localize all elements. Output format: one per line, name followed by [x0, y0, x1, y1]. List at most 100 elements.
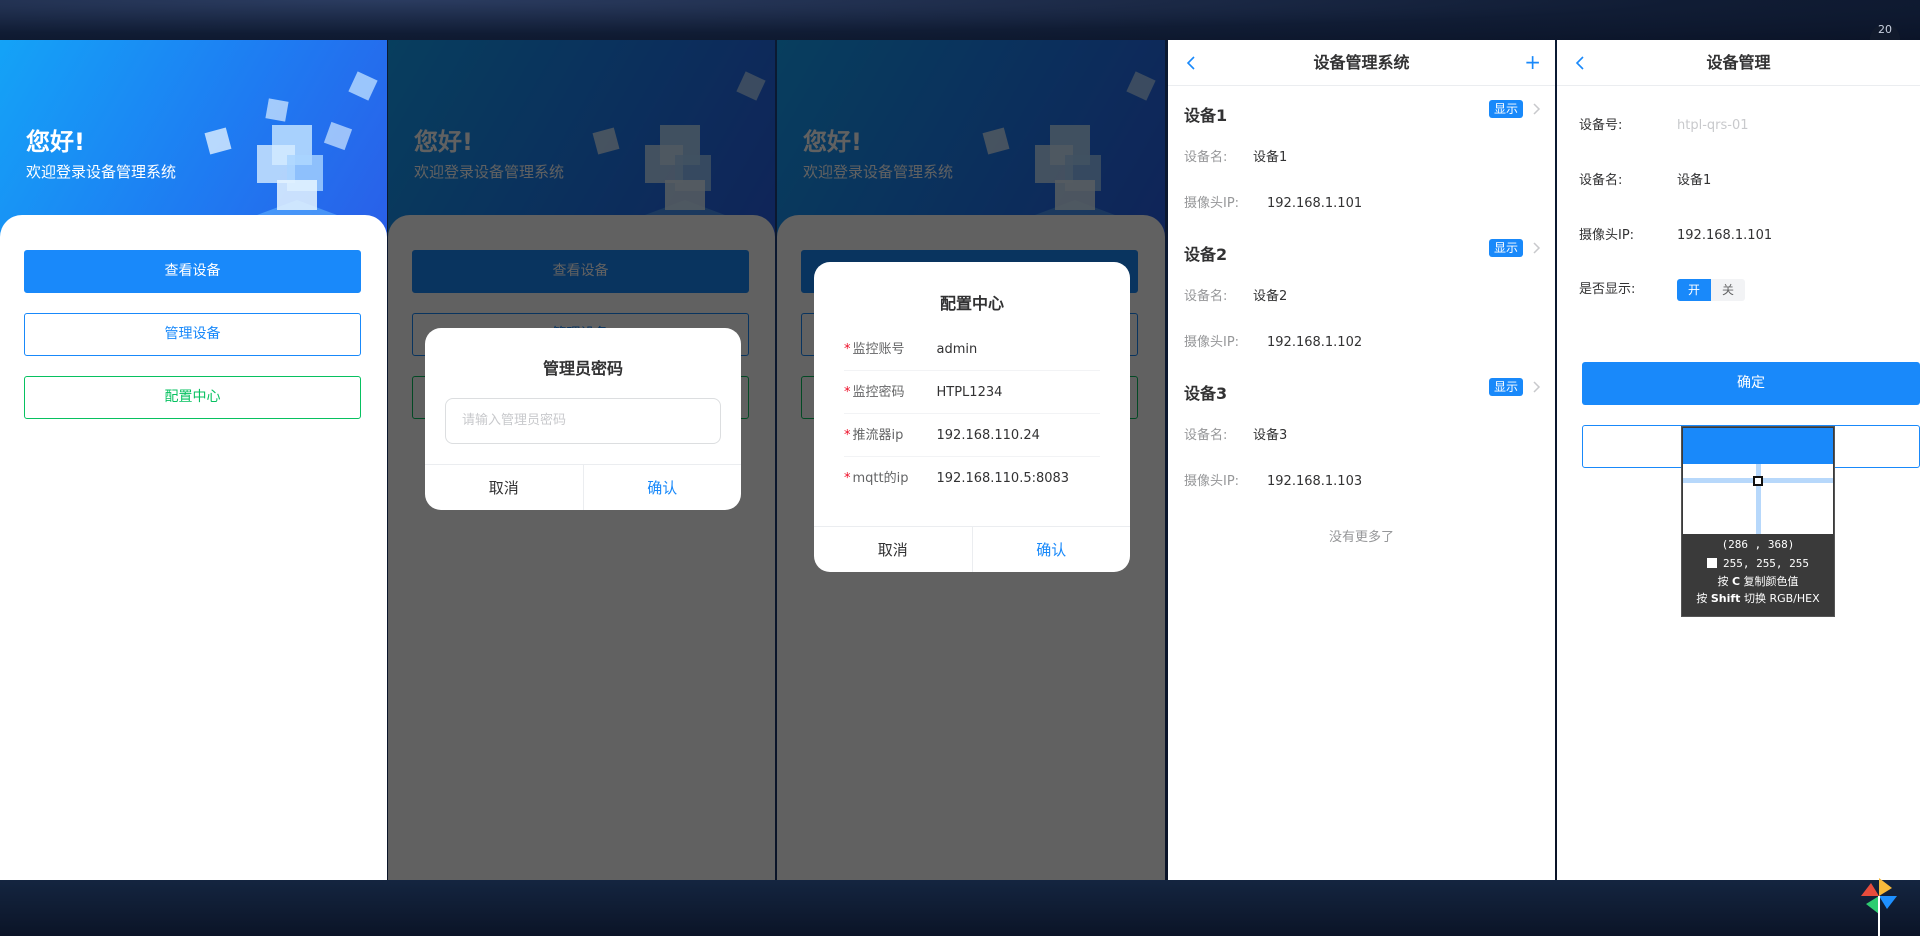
- cursor-coordinates: (286 , 368): [1721, 538, 1795, 551]
- field-value[interactable]: 192.168.110.5:8083: [937, 471, 1070, 486]
- field-label: 监控密码: [852, 385, 905, 400]
- device-card[interactable]: 设备1 显示 设备名: 设备1 摄像头IP: 192.168.1.101: [1168, 86, 1555, 225]
- admin-password-dialog: 管理员密码 请输入管理员密码 取消 确认: [425, 328, 741, 510]
- monitor-password-field[interactable]: * 监控密码 HTPL1234: [844, 371, 1100, 414]
- field-label: 监控账号: [852, 342, 905, 357]
- device-id-input[interactable]: htpl-qrs-01: [1677, 118, 1749, 133]
- device-title: 设备2: [1184, 245, 1228, 264]
- device-name-input[interactable]: 设备1: [1677, 173, 1711, 188]
- field-value[interactable]: HTPL1234: [937, 385, 1003, 400]
- camera-ip-line: 摄像头IP: 192.168.1.102: [1184, 331, 1362, 350]
- device-name-value: 设备1: [1253, 150, 1288, 165]
- dialog-title: 配置中心: [939, 294, 1004, 313]
- device-title: 设备1: [1184, 106, 1228, 125]
- config-center-dialog: 配置中心 * 监控账号 admin * 监控密码 HTPL1234 * 推流器ip 192.…: [814, 262, 1130, 572]
- device-list-screen: 设备管理系统 + 设备1 显示 设备名: 设备1 摄像头IP: 192.168.1.…: [1168, 40, 1555, 880]
- camera-ip-field[interactable]: 摄像头IP: 192.168.1.101: [1579, 224, 1772, 243]
- add-device-icon[interactable]: +: [1524, 52, 1541, 72]
- switch-on-option[interactable]: 开: [1677, 278, 1711, 301]
- page-title: 设备管理系统: [1313, 53, 1410, 72]
- chevron-right-icon: [1533, 242, 1541, 254]
- config-center-button[interactable]: 配置中心: [24, 376, 361, 419]
- confirm-button[interactable]: 确认: [584, 465, 742, 510]
- device-card[interactable]: 设备3 显示 设备名: 设备3 摄像头IP: 192.168.1.103: [1168, 364, 1555, 503]
- field-label: 设备号:: [1579, 118, 1623, 133]
- cancel-button[interactable]: 取消: [814, 527, 973, 572]
- field-label: 摄像头IP:: [1579, 228, 1635, 243]
- pinwheel-icon[interactable]: [1858, 876, 1900, 936]
- list-end-text: 没有更多了: [1328, 530, 1394, 545]
- picker-info: (286 , 368) 255, 255, 255 按 C 复制颜色值 按 Sh…: [1682, 535, 1834, 607]
- device-name-line: 设备名: 设备1: [1184, 146, 1287, 165]
- desktop-top-bar: 20: [0, 0, 1920, 54]
- field-label: 推流器ip: [852, 428, 904, 443]
- login-hero-banner: 您好! 欢迎登录设备管理系统: [0, 40, 387, 240]
- magnifier: [1683, 428, 1833, 534]
- camera-ip-key: 摄像头IP:: [1184, 196, 1240, 211]
- status-badge: 显示: [1488, 239, 1523, 257]
- device-id-field[interactable]: 设备号: htpl-qrs-01: [1579, 114, 1749, 133]
- device-name-key: 设备名:: [1184, 428, 1228, 443]
- device-card[interactable]: 设备2 显示 设备名: 设备2 摄像头IP: 192.168.1.102: [1168, 225, 1555, 364]
- device-name-field[interactable]: 设备名: 设备1: [1579, 169, 1711, 188]
- admin-password-screen: 您好! 欢迎登录设备管理系统 查看设备 管理设备 配置中心 管理员密码 请输入管…: [388, 40, 775, 880]
- required-mark: *: [844, 428, 851, 443]
- camera-ip-line: 摄像头IP: 192.168.1.101: [1184, 192, 1362, 211]
- camera-ip-key: 摄像头IP:: [1184, 474, 1240, 489]
- page-title: 设备管理: [1706, 53, 1771, 72]
- device-name-line: 设备名: 设备2: [1184, 285, 1287, 304]
- confirm-button[interactable]: 确认: [973, 527, 1131, 572]
- login-screen: 您好! 欢迎登录设备管理系统 查看设备 管理设备 配置中心: [0, 40, 387, 880]
- dialog-footer: 取消 确认: [425, 464, 741, 510]
- device-name-value: 设备3: [1253, 428, 1288, 443]
- field-label: 设备名:: [1579, 173, 1623, 188]
- chevron-right-icon: [1533, 103, 1541, 115]
- camera-ip-value: 192.168.1.101: [1267, 196, 1363, 211]
- greeting-subtitle: 欢迎登录设备管理系统: [26, 163, 177, 181]
- color-value: 255, 255, 255: [1682, 554, 1834, 573]
- field-label: mqtt的ip: [852, 471, 909, 486]
- color-picker-tooltip: (286 , 368) 255, 255, 255 按 C 复制颜色值 按 Sh…: [1681, 426, 1835, 617]
- camera-ip-value: 192.168.1.102: [1267, 335, 1363, 350]
- dialog-title: 管理员密码: [542, 359, 623, 378]
- greeting-title: 您好!: [26, 128, 85, 156]
- device-name-key: 设备名:: [1184, 150, 1228, 165]
- manage-devices-button[interactable]: 管理设备: [24, 313, 361, 356]
- monitor-account-field[interactable]: * 监控账号 admin: [844, 328, 1100, 371]
- copy-hint: 按 C 复制颜色值: [1717, 575, 1799, 588]
- field-value[interactable]: admin: [937, 342, 978, 357]
- camera-ip-input[interactable]: 192.168.1.101: [1677, 228, 1772, 243]
- device-name-key: 设备名:: [1184, 289, 1228, 304]
- confirm-button[interactable]: 确定: [1582, 362, 1920, 405]
- nav-bar: 设备管理系统 +: [1168, 40, 1555, 86]
- field-value[interactable]: 192.168.110.24: [937, 428, 1040, 443]
- crosshair-icon: [1753, 476, 1763, 486]
- camera-ip-key: 摄像头IP:: [1184, 335, 1240, 350]
- field-label: 是否显示:: [1579, 282, 1636, 297]
- show-toggle-field: 是否显示: 开关: [1579, 278, 1745, 301]
- camera-ip-line: 摄像头IP: 192.168.1.103: [1184, 470, 1362, 489]
- camera-ip-value: 192.168.1.103: [1267, 474, 1363, 489]
- device-name-line: 设备名: 设备3: [1184, 424, 1287, 443]
- switch-hint: 按 Shift 切换 RGB/HEX: [1696, 592, 1820, 605]
- device-title: 设备3: [1184, 384, 1228, 403]
- admin-password-input[interactable]: 请输入管理员密码: [445, 398, 721, 444]
- mqtt-ip-field[interactable]: * mqtt的ip 192.168.110.5:8083: [844, 457, 1100, 500]
- dialog-footer: 取消 确认: [814, 526, 1130, 572]
- streamer-ip-field[interactable]: * 推流器ip 192.168.110.24: [844, 414, 1100, 457]
- cancel-button[interactable]: 取消: [425, 465, 584, 510]
- required-mark: *: [844, 471, 851, 486]
- desktop-bottom-bar: [0, 880, 1920, 936]
- color-swatch-icon: [1706, 558, 1717, 568]
- status-badge: 显示: [1488, 100, 1523, 118]
- show-switch[interactable]: 开关: [1677, 278, 1745, 301]
- config-center-screen: 您好! 欢迎登录设备管理系统 查看设备 管理设备 配置中心 配置中心 *监控账号…: [777, 40, 1165, 880]
- switch-off-option[interactable]: 关: [1711, 278, 1745, 301]
- required-mark: *: [844, 342, 851, 357]
- chevron-right-icon: [1533, 381, 1541, 393]
- required-mark: *: [844, 385, 851, 400]
- device-name-value: 设备2: [1253, 289, 1288, 304]
- status-badge: 显示: [1488, 378, 1523, 396]
- nav-bar: 设备管理: [1557, 40, 1920, 86]
- view-devices-button[interactable]: 查看设备: [24, 250, 361, 293]
